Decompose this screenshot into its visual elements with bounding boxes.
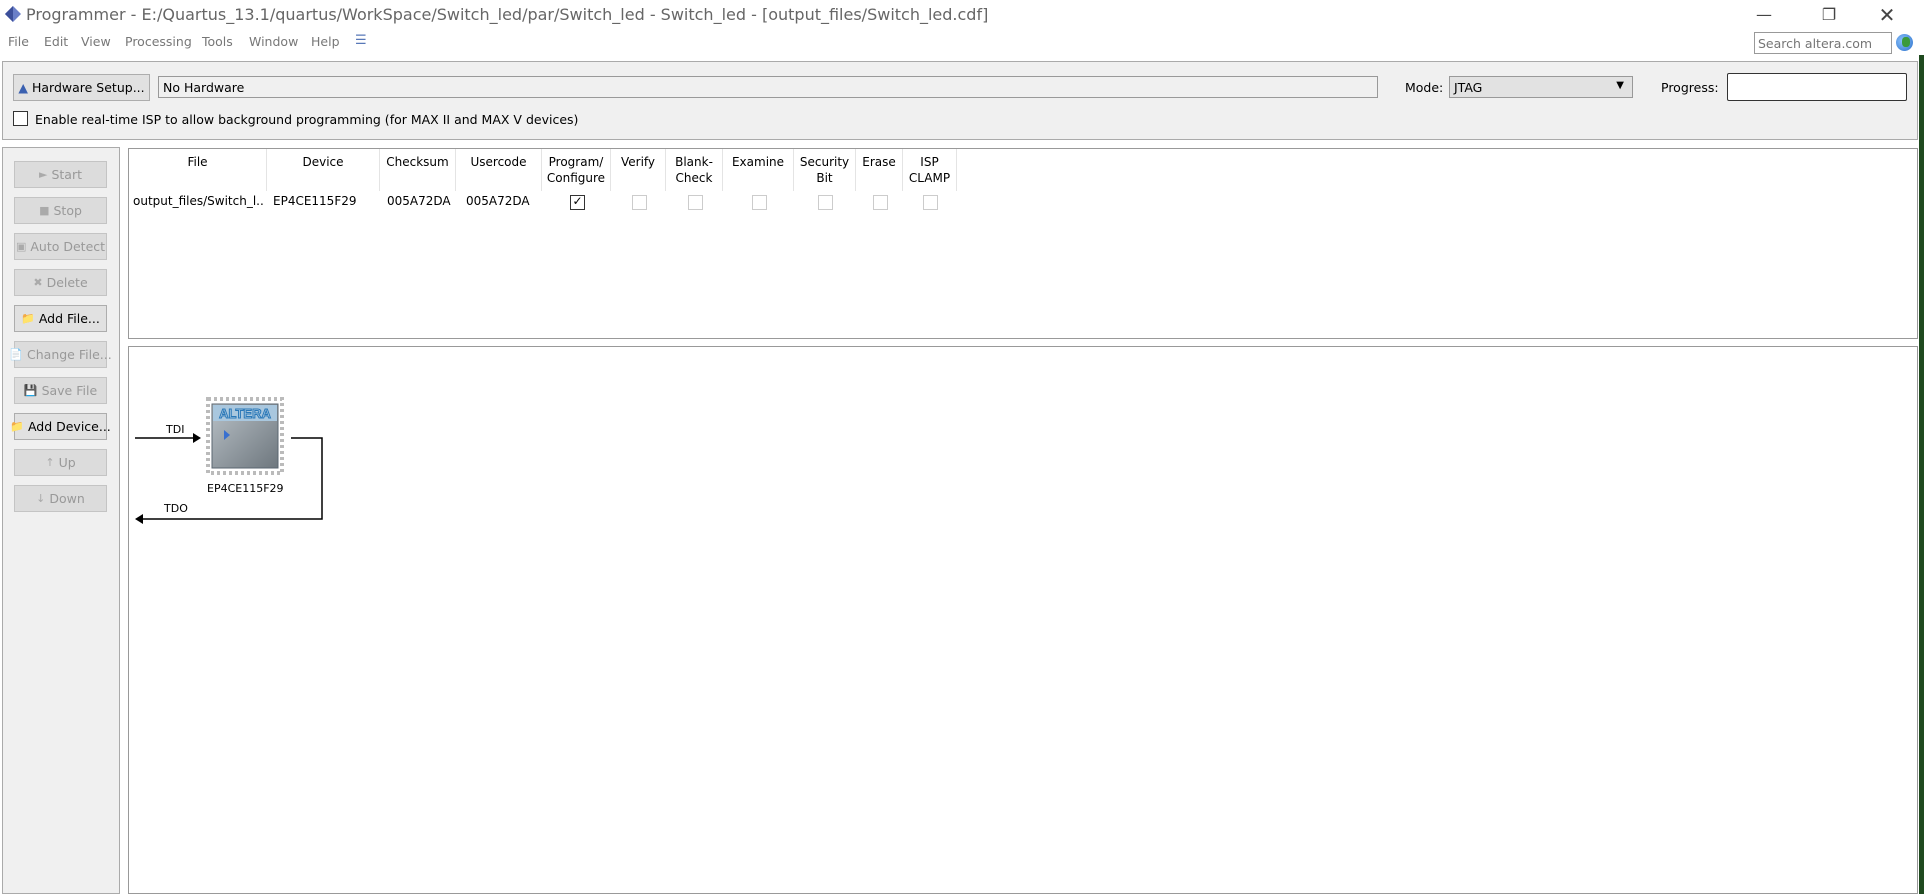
column-header[interactable]: Examine: [723, 149, 794, 191]
button-icon: ■: [39, 204, 50, 217]
hardware-field: No Hardware: [158, 76, 1378, 98]
erase-checkbox[interactable]: [872, 195, 888, 210]
chain-svg: ALTERA: [135, 397, 323, 524]
mode-select[interactable]: JTAG ▼: [1449, 76, 1633, 98]
button-icon: ▣: [15, 240, 27, 253]
security-bit-checkbox[interactable]: [818, 195, 833, 210]
cell-device: EP4CE115F29: [273, 194, 357, 208]
altera-logo: ALTERA: [219, 406, 271, 421]
window-title: Programmer - E:/Quartus_13.1/quartus/Wor…: [26, 5, 989, 24]
whats-this-icon[interactable]: ☰: [355, 33, 367, 48]
tdo-label: TDO: [164, 502, 188, 515]
menu-processing[interactable]: Processing: [125, 34, 192, 49]
add-file-button[interactable]: 📁 Add File...: [14, 305, 107, 332]
verify-checkbox[interactable]: [631, 195, 647, 210]
isp-clamp-checkbox[interactable]: [923, 195, 938, 210]
menu-tools[interactable]: Tools: [202, 34, 233, 49]
jtag-chain-diagram: ALTERA TDI TDO EP4CE115F29: [128, 346, 1918, 894]
progress-label: Progress:: [1661, 80, 1719, 95]
column-header[interactable]: ISP CLAMP: [903, 149, 957, 191]
tdi-arrow-icon: [193, 433, 201, 443]
menu-file[interactable]: File: [8, 34, 29, 49]
menu-edit[interactable]: Edit: [44, 34, 68, 49]
menu-view[interactable]: View: [81, 34, 111, 49]
add-device-button[interactable]: 📁 Add Device...: [10, 413, 111, 440]
button-icon: 📄: [9, 348, 24, 361]
stop-button[interactable]: ■ Stop: [14, 197, 107, 224]
cell-file[interactable]: output_files/Switch_l...: [133, 194, 265, 208]
delete-button[interactable]: ✖ Delete: [14, 269, 107, 296]
save-file-button[interactable]: 💾 Save File: [14, 377, 107, 404]
button-icon: ↓: [36, 492, 46, 505]
background-strip: [1919, 55, 1924, 894]
column-header[interactable]: File: [129, 149, 267, 191]
column-header[interactable]: Blank- Check: [666, 149, 723, 191]
cell-checksum: 005A72DA: [387, 194, 451, 208]
mode-label: Mode:: [1405, 80, 1444, 95]
tdo-arrow-icon: [135, 514, 143, 524]
up-button[interactable]: ↑ Up: [14, 449, 107, 476]
change-file-button[interactable]: 📄 Change File...: [9, 341, 112, 368]
tdi-label: TDI: [166, 423, 185, 436]
program-checkbox[interactable]: ✓: [569, 194, 585, 210]
isp-label: Enable real-time ISP to allow background…: [35, 112, 579, 127]
chevron-down-icon: ▼: [1616, 80, 1624, 91]
button-icon: 📁: [21, 312, 35, 325]
button-icon: 📁: [10, 420, 24, 433]
down-button[interactable]: ↓ Down: [14, 485, 107, 512]
globe-icon[interactable]: [1896, 34, 1913, 51]
start-button[interactable]: ► Start: [14, 161, 107, 188]
column-header[interactable]: Checksum: [380, 149, 456, 191]
check-icon: ✓: [572, 194, 583, 208]
button-icon: ✖: [33, 276, 43, 289]
blank-check-checkbox[interactable]: [687, 195, 703, 210]
examine-checkbox[interactable]: [751, 195, 767, 210]
menu-window[interactable]: Window: [249, 34, 298, 49]
cell-usercode: 005A72DA: [466, 194, 530, 208]
column-header[interactable]: Program/ Configure: [542, 149, 611, 191]
button-icon: ↑: [45, 456, 55, 469]
column-header[interactable]: Device: [267, 149, 380, 191]
column-header[interactable]: Erase: [856, 149, 903, 191]
auto-detect-button[interactable]: ▣ Auto Detect: [14, 233, 107, 260]
minimize-button[interactable]: —: [1741, 2, 1787, 28]
device-label: EP4CE115F29: [207, 482, 284, 495]
hardware-setup-button[interactable]: ▲ Hardware Setup...: [13, 74, 150, 101]
isp-checkbox[interactable]: [13, 111, 28, 126]
app-icon: [5, 6, 21, 22]
column-header[interactable]: Usercode: [456, 149, 542, 191]
close-button[interactable]: ✕: [1864, 2, 1910, 28]
button-icon: ►: [38, 168, 48, 181]
device-chip[interactable]: ALTERA: [206, 397, 284, 475]
device-table: File Device Checksum Usercode Program/ Confi…: [128, 148, 1918, 339]
progress-bar: [1727, 73, 1907, 101]
hardware-icon: ▲: [18, 80, 28, 95]
button-icon: 💾: [23, 384, 38, 397]
column-header[interactable]: Security Bit: [794, 149, 856, 191]
search-input[interactable]: [1754, 32, 1892, 54]
column-header[interactable]: Verify: [611, 149, 666, 191]
restore-button[interactable]: ❐: [1806, 2, 1852, 28]
hardware-panel: [2, 61, 1918, 140]
menu-help[interactable]: Help: [311, 34, 340, 49]
